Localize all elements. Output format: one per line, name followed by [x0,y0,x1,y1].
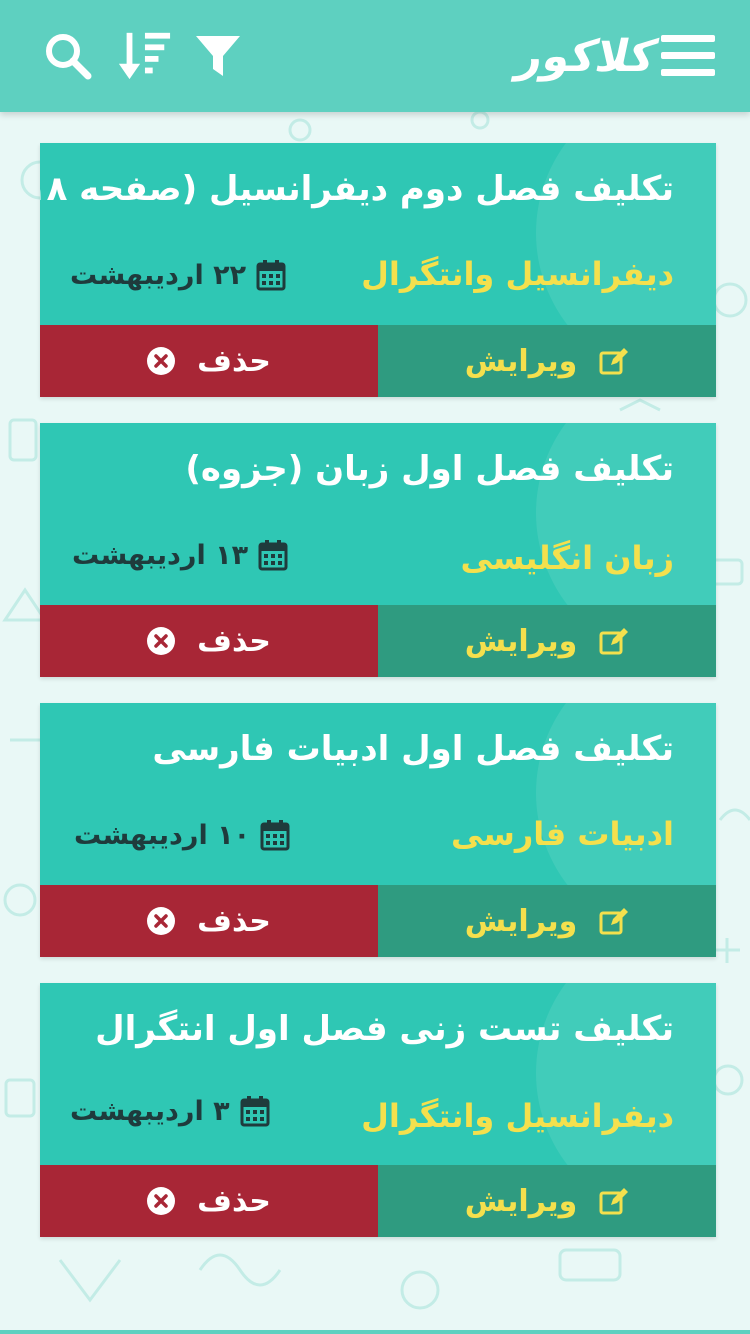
sort-icon[interactable] [116,30,172,82]
homework-subject: زبان انگلیسی [460,539,674,577]
homework-subject: دیفرانسیل وانتگرال [361,255,674,293]
homework-card[interactable]: تکلیف فصل اول ادبیات فارسی ادبیات فارسی … [40,703,716,957]
edit-icon [599,348,629,375]
edit-button[interactable]: ویرایش [378,325,716,397]
edit-button[interactable]: ویرایش [378,605,716,677]
delete-label: حذف [197,623,271,659]
card-actions: حذف ویرایش [40,605,716,677]
date-text: ۱۳ اردیبهشت [72,539,249,571]
date-text: ۲۲ اردیبهشت [70,259,247,291]
date-text: ۳ اردیبهشت [70,1095,230,1127]
delete-button[interactable]: حذف [40,325,378,397]
homework-subject: ادبیات فارسی [450,815,674,853]
delete-label: حذف [197,1183,271,1219]
close-circle-icon [147,347,176,375]
calendar-icon [258,540,288,571]
delete-label: حذف [197,343,271,379]
homework-title: تکلیف فصل دوم دیفرانسیل (صفحه ۱۸) [40,169,674,209]
date-text: ۱۰ اردیبهشت [74,819,251,851]
homework-card[interactable]: تکلیف فصل اول زبان (جزوه) زبان انگلیسی ۱… [40,423,716,677]
homework-date: ۱۰ اردیبهشت [74,815,290,855]
delete-button[interactable]: حذف [40,885,378,957]
edit-icon [599,908,629,935]
search-icon[interactable] [40,30,96,82]
app-logo: کلاکور [513,14,661,98]
close-circle-icon [147,627,176,655]
filter-icon[interactable] [190,30,246,82]
edit-icon [599,628,629,655]
homework-date: ۳ اردیبهشت [70,1091,270,1131]
homework-list: تکلیف فصل دوم دیفرانسیل (صفحه ۱۸) دیفران… [40,143,716,1263]
calendar-icon [240,1096,270,1127]
calendar-icon [256,260,286,291]
homework-date: ۲۲ اردیبهشت [70,255,286,295]
edit-icon [599,1188,629,1215]
homework-title: تکلیف فصل اول ادبیات فارسی [152,729,674,769]
homework-subject: دیفرانسیل وانتگرال [361,1097,674,1135]
edit-label: ویرایش [464,1183,578,1219]
top-app-bar: کلاکور [0,0,750,112]
card-actions: حذف ویرایش [40,885,716,957]
edit-button[interactable]: ویرایش [378,885,716,957]
app-logo-text: کلاکور [512,30,662,82]
edit-label: ویرایش [464,903,578,939]
edit-button[interactable]: ویرایش [378,1165,716,1237]
menu-icon[interactable] [658,30,718,82]
homework-title: تکلیف فصل اول زبان (جزوه) [185,449,674,489]
calendar-icon [260,820,290,851]
bottom-divider [0,1330,750,1334]
close-circle-icon [147,907,176,935]
delete-button[interactable]: حذف [40,605,378,677]
edit-label: ویرایش [464,343,578,379]
homework-date: ۱۳ اردیبهشت [72,535,288,575]
homework-card[interactable]: تکلیف تست زنی فصل اول انتگرال دیفرانسیل … [40,983,716,1237]
delete-label: حذف [197,903,271,939]
edit-label: ویرایش [464,623,578,659]
delete-button[interactable]: حذف [40,1165,378,1237]
homework-title: تکلیف تست زنی فصل اول انتگرال [95,1009,674,1049]
card-actions: حذف ویرایش [40,325,716,397]
card-actions: حذف ویرایش [40,1165,716,1237]
close-circle-icon [147,1187,176,1215]
homework-card[interactable]: تکلیف فصل دوم دیفرانسیل (صفحه ۱۸) دیفران… [40,143,716,397]
